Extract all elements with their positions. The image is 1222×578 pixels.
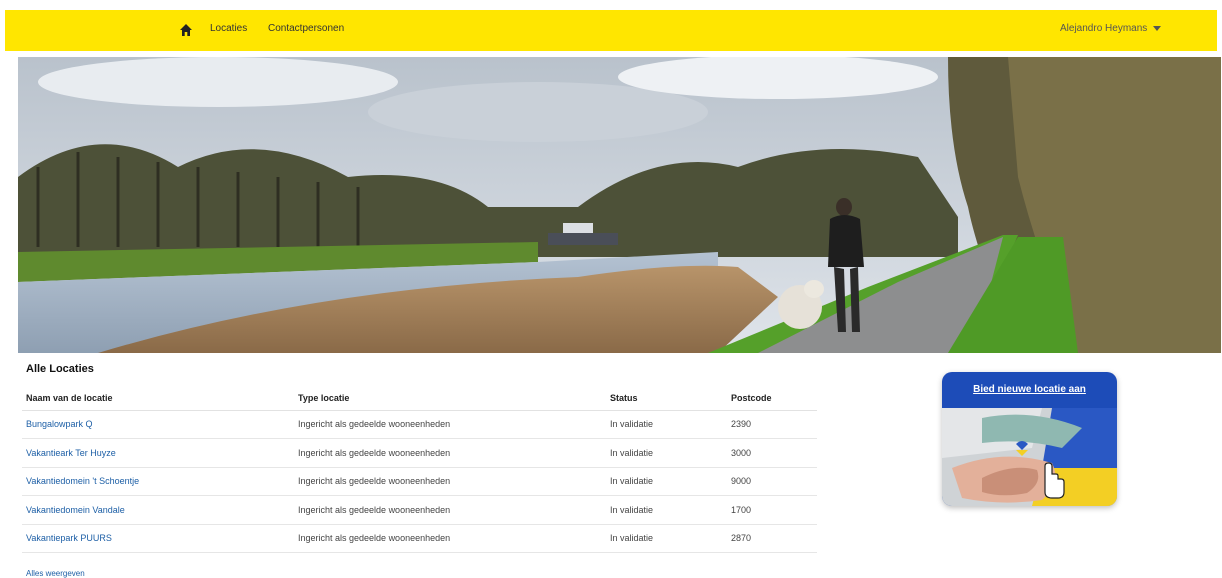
location-status: In validatie: [606, 467, 727, 496]
offer-card-image: [942, 408, 1117, 506]
show-all-link[interactable]: Alles weergeven: [26, 569, 85, 578]
offer-location-link[interactable]: Bied nieuwe locatie aan: [942, 384, 1117, 395]
column-header-naam: Naam van de locatie: [22, 386, 294, 411]
table-header-row: Naam van de locatie Type locatie Status …: [22, 386, 817, 411]
location-type: Ingericht als gedeelde wooneenheden: [294, 410, 606, 439]
location-type: Ingericht als gedeelde wooneenheden: [294, 438, 606, 468]
table-row: Vakantieark Ter Huyze Ingericht als gede…: [22, 438, 817, 468]
location-type: Ingericht als gedeelde wooneenheden: [294, 495, 606, 525]
location-postcode: 3000: [727, 438, 817, 468]
home-icon[interactable]: [179, 23, 193, 37]
section-title: Alle Locaties: [26, 363, 94, 375]
location-postcode: 1700: [727, 495, 817, 525]
location-postcode: 9000: [727, 467, 817, 496]
table-row: Vakantiedomein 't Schoentje Ingericht al…: [22, 467, 817, 496]
location-status: In validatie: [606, 410, 727, 439]
location-status: In validatie: [606, 495, 727, 525]
nav-link-contactpersonen[interactable]: Contactpersonen: [268, 23, 344, 34]
location-name-link[interactable]: Vakantiepark PUURS: [22, 524, 294, 553]
table-row: Vakantiedomein Vandale Ingericht als ged…: [22, 495, 817, 525]
location-name-link[interactable]: Bungalowpark Q: [22, 410, 294, 439]
top-nav-bar: Locaties Contactpersonen Alejandro Heyma…: [5, 10, 1217, 51]
column-header-postcode: Postcode: [727, 386, 817, 411]
location-status: In validatie: [606, 438, 727, 468]
table-row: Bungalowpark Q Ingericht als gedeelde wo…: [22, 410, 817, 439]
location-type: Ingericht als gedeelde wooneenheden: [294, 524, 606, 553]
location-name-link[interactable]: Vakantiedomein Vandale: [22, 495, 294, 525]
nav-link-locaties[interactable]: Locaties: [210, 23, 247, 34]
table-row: Vakantiepark PUURS Ingericht als gedeeld…: [22, 524, 817, 553]
caret-down-icon: [1153, 25, 1162, 31]
user-menu[interactable]: Alejandro Heymans: [1060, 23, 1162, 34]
user-name: Alejandro Heymans: [1060, 23, 1148, 34]
location-postcode: 2870: [727, 524, 817, 553]
locaties-table: Naam van de locatie Type locatie Status …: [22, 386, 817, 553]
location-status: In validatie: [606, 524, 727, 553]
location-type: Ingericht als gedeelde wooneenheden: [294, 467, 606, 496]
location-name-link[interactable]: Vakantiedomein 't Schoentje: [22, 467, 294, 496]
location-postcode: 2390: [727, 410, 817, 439]
location-name-link[interactable]: Vakantieark Ter Huyze: [22, 438, 294, 468]
column-header-type: Type locatie: [294, 386, 606, 411]
column-header-status: Status: [606, 386, 727, 411]
offer-location-card[interactable]: Bied nieuwe locatie aan: [942, 372, 1117, 506]
hero-image: [18, 57, 1221, 353]
